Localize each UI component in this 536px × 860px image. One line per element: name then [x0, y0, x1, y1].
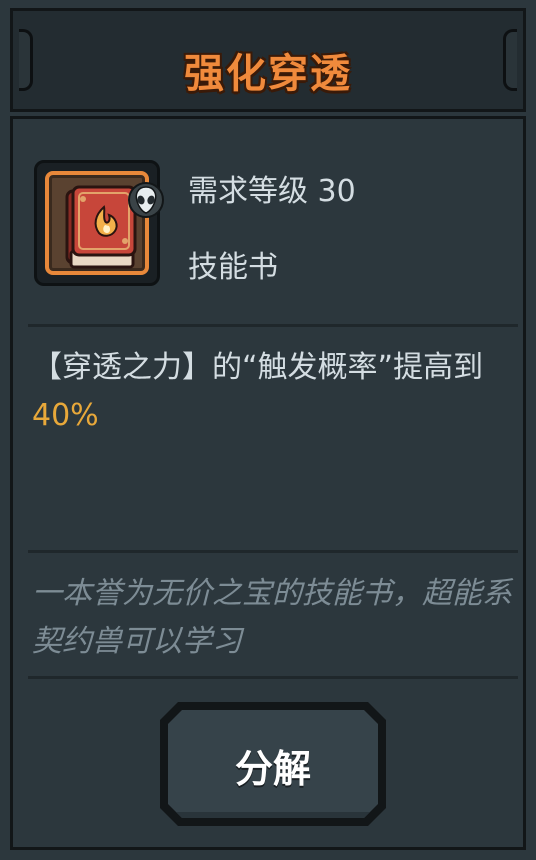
- item-type: 技能书: [188, 250, 278, 285]
- decompose-button[interactable]: 分解: [160, 702, 386, 826]
- divider-top: [28, 324, 518, 327]
- required-level: 需求等级 30: [188, 174, 356, 209]
- effect-value: 40%: [32, 398, 99, 433]
- flavor-text: 一本誉为无价之宝的技能书，超能系契约兽可以学习: [32, 576, 512, 659]
- effect-description: 【穿透之力】的“触发概率”提高到 40%: [32, 344, 512, 440]
- title-bar: 强化穿透: [10, 8, 526, 112]
- item-slot[interactable]: [34, 160, 164, 286]
- dialog-title: 强化穿透: [184, 51, 352, 97]
- alien-badge-icon: [128, 182, 164, 218]
- divider-middle: [28, 550, 518, 553]
- divider-bottom: [28, 676, 518, 679]
- item-icon-frame: [45, 171, 164, 275]
- effect-text: 【穿透之力】的“触发概率”提高到: [32, 350, 484, 385]
- item-detail-dialog: 强化穿透 需求等级 30 技能书 【穿透之力】的“触发概率”提高到40% 一本誉…: [0, 0, 536, 860]
- decompose-button-label: 分解: [234, 747, 311, 791]
